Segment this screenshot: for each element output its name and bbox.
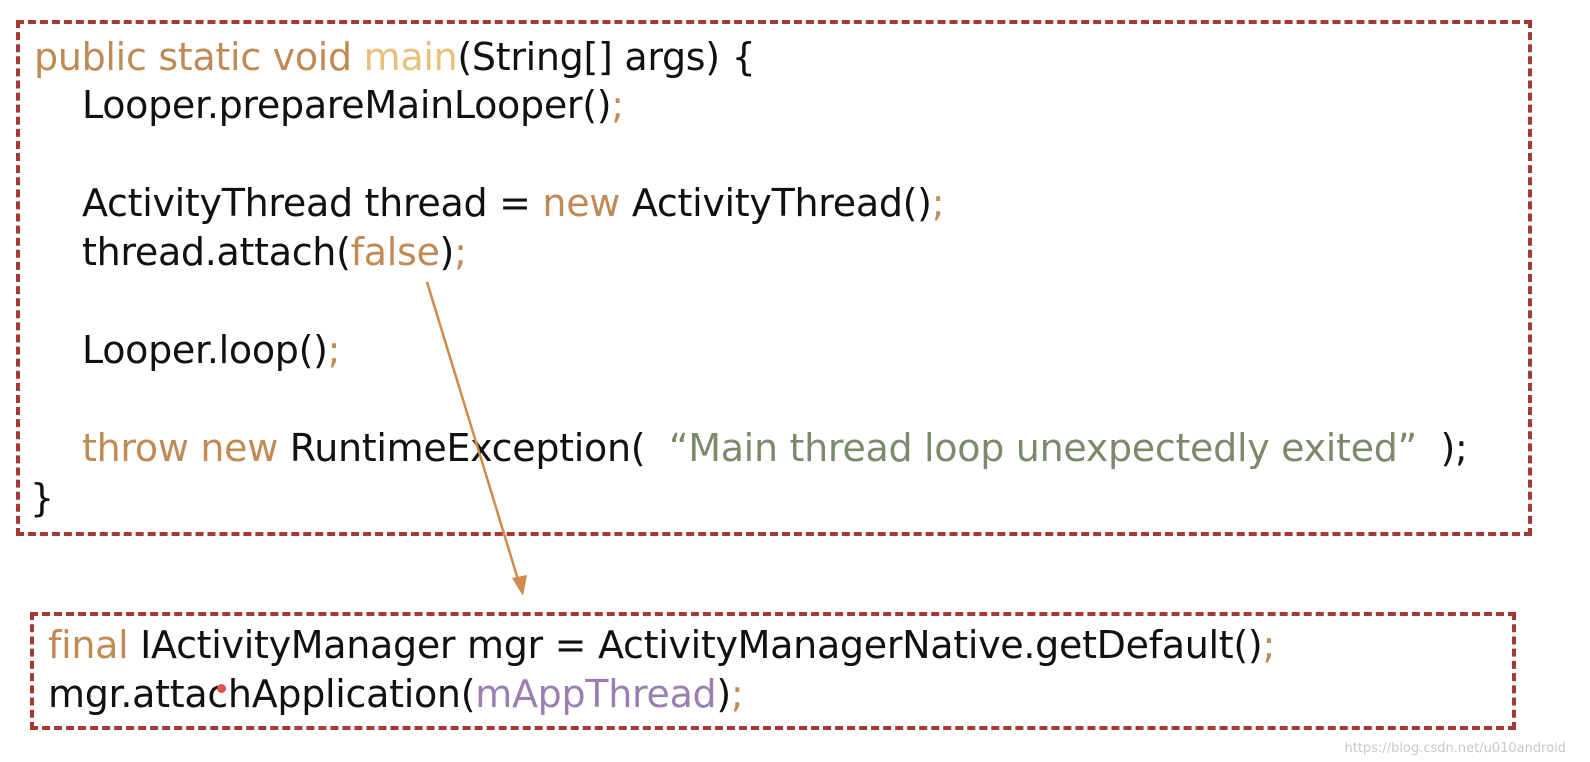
keyword-new: new	[542, 181, 621, 225]
field-m-app-thread: mAppThread	[475, 672, 717, 716]
close-paren-semicolon: );	[1416, 426, 1468, 470]
watermark-text: https://blog.csdn.net/u010andro​id	[1344, 741, 1566, 756]
code-line-thread-attach: thread.attach(false);	[82, 229, 467, 275]
semicolon: ;	[611, 83, 624, 127]
semicolon: ;	[730, 672, 744, 716]
main-params: (String[] args) {	[457, 35, 756, 79]
close-paren: )	[716, 672, 731, 716]
semicolon: ;	[327, 328, 341, 372]
close-brace: }	[30, 476, 54, 520]
cursor-dot	[217, 684, 226, 693]
close-paren: )	[439, 230, 455, 274]
exception-message-string: “Main thread loop unexpectedly exited”	[668, 426, 1417, 470]
code-line-attach-application: mgr.attachApplication(mAppThread);	[48, 671, 744, 717]
code-line-get-activity-manager: final IActivityManager mgr = ActivityMan…	[48, 622, 1275, 668]
code-line-throw-exception: throw new RuntimeException( “Main thread…	[82, 425, 1468, 471]
activity-thread-ctor: ActivityThread()	[620, 181, 932, 225]
semicolon: ;	[931, 181, 945, 225]
prepare-main-looper-call: Looper.prepareMainLooper()	[82, 83, 612, 127]
keyword-false: false	[350, 230, 440, 274]
arrow-head-icon	[512, 575, 527, 596]
semicolon: ;	[1262, 623, 1275, 667]
keyword-public-static-void: public static void	[34, 35, 364, 79]
semicolon: ;	[454, 230, 467, 274]
code-line-looper-loop: Looper.loop();	[82, 327, 340, 373]
looper-loop-call: Looper.loop()	[82, 328, 328, 372]
activity-thread-decl: ActivityThread thread =	[82, 181, 543, 225]
code-line-close-brace: }	[30, 475, 54, 521]
keyword-throw-new: throw new	[82, 426, 279, 470]
code-line-new-activity-thread: ActivityThread thread = new ActivityThre…	[82, 180, 945, 226]
code-line-prepare-main-looper: Looper.prepareMainLooper();	[82, 82, 624, 128]
keyword-final: final	[48, 623, 129, 667]
method-name-main: main	[363, 35, 458, 79]
thread-attach-call: thread.attach(	[82, 230, 351, 274]
runtime-exception-ctor: RuntimeException(	[278, 426, 669, 470]
attach-application-call: mgr.attachApplication(	[48, 672, 476, 716]
activity-manager-decl: IActivityManager mgr = ActivityManagerNa…	[128, 623, 1263, 667]
code-line-main-signature: public static void main(String[] args) {	[34, 34, 756, 80]
